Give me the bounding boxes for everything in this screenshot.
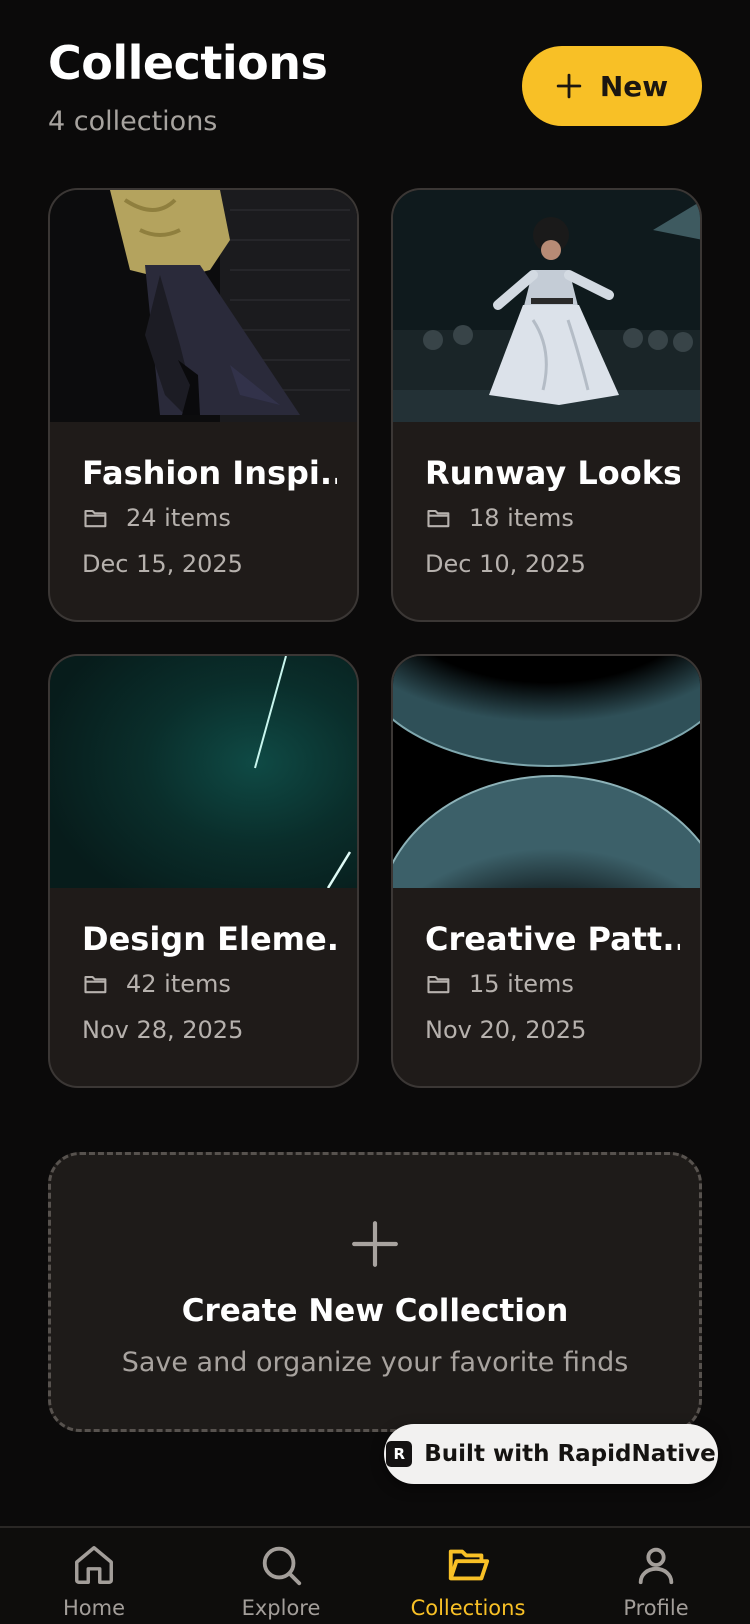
- collection-title: Fashion Inspi...: [82, 454, 337, 492]
- collection-card[interactable]: Creative Patt... 15 items Nov 20, 2025: [391, 654, 702, 1088]
- folder-icon: [84, 976, 107, 994]
- teal-light-abstract: [50, 656, 357, 888]
- collection-card[interactable]: Runway Looks 18 items Dec 10, 2025: [391, 188, 702, 622]
- folder-icon: [427, 976, 450, 994]
- plus-icon: [556, 73, 582, 99]
- folder-icon: [427, 510, 450, 528]
- folder-open-icon: [448, 1549, 490, 1581]
- collection-cover-image: [50, 656, 357, 888]
- search-icon: [262, 1546, 302, 1586]
- tab-label: Collections: [410, 1596, 526, 1620]
- create-collection-subtitle: Save and organize your favorite finds: [121, 1347, 629, 1378]
- badge-label: Built with RapidNative: [424, 1441, 716, 1467]
- item-count: 24 items: [126, 504, 231, 533]
- plus-icon: [352, 1221, 398, 1267]
- collection-date: Nov 28, 2025: [82, 1016, 244, 1045]
- collection-title: Creative Patt...: [425, 920, 680, 958]
- tab-home[interactable]: Home: [24, 1542, 164, 1620]
- runway-photo: [393, 190, 700, 422]
- collection-card[interactable]: Fashion Inspi... 24 items Dec 15, 2025: [48, 188, 359, 622]
- page-header: Collections 4 collections New: [48, 40, 702, 140]
- collection-date: Dec 10, 2025: [425, 550, 586, 579]
- item-count: 42 items: [126, 970, 231, 999]
- curved-shapes-abstract: [393, 656, 700, 888]
- collection-card[interactable]: Design Eleme... 42 items Nov 28, 2025: [48, 654, 359, 1088]
- collection-cover-image: [393, 656, 700, 888]
- folder-icon: [84, 510, 107, 528]
- tab-explore[interactable]: Explore: [211, 1542, 351, 1620]
- item-count: 18 items: [469, 504, 574, 533]
- tab-profile[interactable]: Profile: [586, 1542, 726, 1620]
- item-count: 15 items: [469, 970, 574, 999]
- collection-date: Nov 20, 2025: [425, 1016, 587, 1045]
- collections-grid: Fashion Inspi... 24 items Dec 15, 2025 R…: [48, 188, 702, 1088]
- create-collection-title: Create New Collection: [181, 1293, 569, 1329]
- tab-label: Home: [62, 1596, 125, 1620]
- rapidnative-logo-icon: R: [386, 1441, 413, 1467]
- collection-title: Runway Looks: [425, 454, 680, 492]
- fashion-photo: [50, 190, 357, 422]
- collection-cover-image: [50, 190, 357, 422]
- tab-collections[interactable]: Collections: [398, 1542, 538, 1620]
- collection-date: Dec 15, 2025: [82, 550, 243, 579]
- home-icon: [75, 1546, 113, 1584]
- user-icon: [638, 1547, 674, 1585]
- bottom-tab-bar: Home Explore Collections Profile: [0, 1526, 750, 1624]
- built-with-badge[interactable]: R Built with RapidNative: [384, 1424, 718, 1484]
- new-button-label: New: [599, 69, 669, 103]
- tab-label: Explore: [241, 1596, 321, 1620]
- tab-label: Profile: [623, 1596, 689, 1620]
- new-collection-button[interactable]: New: [522, 46, 702, 126]
- collection-cover-image: [393, 190, 700, 422]
- collection-title: Design Eleme...: [82, 920, 337, 958]
- create-collection-card[interactable]: Create New Collection Save and organize …: [48, 1152, 702, 1432]
